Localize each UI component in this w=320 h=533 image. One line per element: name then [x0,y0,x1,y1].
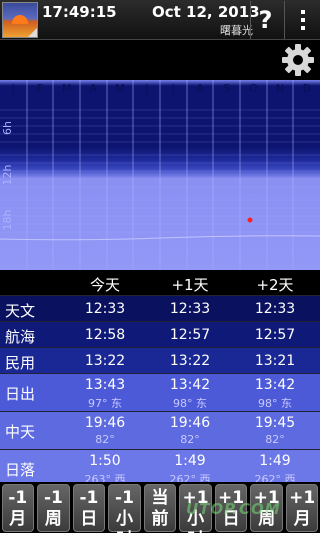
button-line-2: 前 [151,509,169,529]
azimuth-value: 98° 东 [258,397,292,410]
time-value: 1:50 [89,453,121,469]
time-value: 19:45 [254,415,296,431]
time-value: 12:33 [84,301,126,317]
plus-month-button[interactable]: +1 月 [285,484,319,532]
month-label: N [276,82,284,95]
button-line-1: +1 [289,488,316,508]
current-time: 17:49:15 [42,3,117,21]
button-line-2: 日 [80,509,98,529]
watermark: UTOP.COM [186,500,281,518]
azimuth-value: 98° 东 [173,397,207,410]
time-value: 12:57 [169,327,211,343]
month-label: A [90,82,98,95]
header-plus1: +1天 [171,276,209,294]
month-label: D [302,82,310,95]
month-label: M [62,82,72,95]
time-value: 13:22 [169,353,211,369]
time-value: 12:33 [254,301,296,317]
overflow-menu-button[interactable] [284,1,320,39]
header-plus2: +2天 [256,276,294,294]
sun-icon [12,15,28,24]
button-line-1: -1小 [115,488,134,529]
row-label: 航海 [5,328,36,346]
daylight-chart[interactable]: J F M A M J J A S O N D 6h 12h 18h [0,80,320,270]
month-label: J [144,82,148,95]
time-value: 19:46 [169,415,211,431]
month-label: J [11,82,15,95]
time-value: 12:57 [254,327,296,343]
menu-dot [301,18,305,22]
azimuth-value: 82° [95,433,115,446]
button-line-2: 月 [293,509,311,529]
month-label: S [223,82,230,95]
time-value: 12:58 [84,327,126,343]
month-label: O [249,82,258,95]
time-value: 13:42 [169,377,211,393]
menu-dot [301,10,305,14]
month-label: J [171,82,175,95]
month-label: A [196,82,204,95]
azimuth-value: 82° [180,433,200,446]
minus-day-button[interactable]: -1 日 [72,484,106,532]
row-label: 天文 [5,302,36,320]
time-value: 13:21 [254,353,296,369]
minus-month-button[interactable]: -1 月 [1,484,35,532]
hour-label: 12h [1,164,14,185]
toolbar-strip [0,40,320,80]
time-value: 1:49 [174,453,206,469]
menu-dot [301,26,305,30]
row-label: 民用 [5,354,36,372]
row-label: 日落 [5,461,36,479]
button-line-1: -1 [8,488,28,508]
hour-label: 18h [1,209,14,230]
row-label: 中天 [5,423,36,441]
now-button[interactable]: 当前 [143,484,177,532]
time-value: 13:43 [84,377,126,393]
sun-times-table: 今天 +1天 +2天 天文 12:33 12:33 12:33 航海 12:58 12:57… [0,270,320,486]
hour-label: 6h [1,121,14,135]
header-today: 今天 [89,276,120,294]
fold-corner [28,28,37,37]
time-value: 19:46 [84,415,126,431]
azimuth-value: 82° [265,433,285,446]
row-label: 日出 [5,385,36,403]
current-date: Oct 12, 2013 [152,3,260,21]
button-line-1: -1 [79,488,99,508]
sun-time-row: 日落 1:50 263° 西 1:49 262° 西 1:49 262° 西 [0,449,320,486]
button-line-1: -1 [43,488,63,508]
help-button[interactable]: ? [250,1,280,39]
time-value: 13:42 [254,377,296,393]
sun-time-row: 航海 12:58 12:57 12:57 [0,321,320,347]
time-value: 12:33 [169,301,211,317]
button-line-2: 周 [44,509,62,529]
azimuth-value: 97° 东 [88,397,122,410]
current-date-marker [247,217,253,223]
settings-gear-icon[interactable] [280,42,316,78]
sun-time-row: 民用 13:22 13:22 13:21 [0,347,320,373]
sun-time-row: 天文 12:33 12:33 12:33 [0,295,320,321]
sun-time-row: 中天 19:46 82° 19:46 82° 19:45 82° [0,411,320,449]
twilight-label: 曙暮光 [220,24,253,37]
time-value: 1:49 [259,453,291,469]
table-header-row: 今天 +1天 +2天 [0,270,320,295]
minus-hour-button[interactable]: -1小时 [108,484,141,533]
sunset-app-icon[interactable] [2,2,38,38]
button-line-1: 当 [151,488,169,508]
button-line-2: 月 [9,509,27,529]
time-value: 13:22 [84,353,126,369]
top-bar: 17:49:15 Oct 12, 2013 曙暮光 ? [0,0,320,40]
minus-week-button[interactable]: -1 周 [37,484,70,532]
month-label: F [37,82,43,95]
month-label: M [115,82,125,95]
sun-time-row: 日出 13:43 97° 东 13:42 98° 东 13:42 98° 东 [0,373,320,411]
